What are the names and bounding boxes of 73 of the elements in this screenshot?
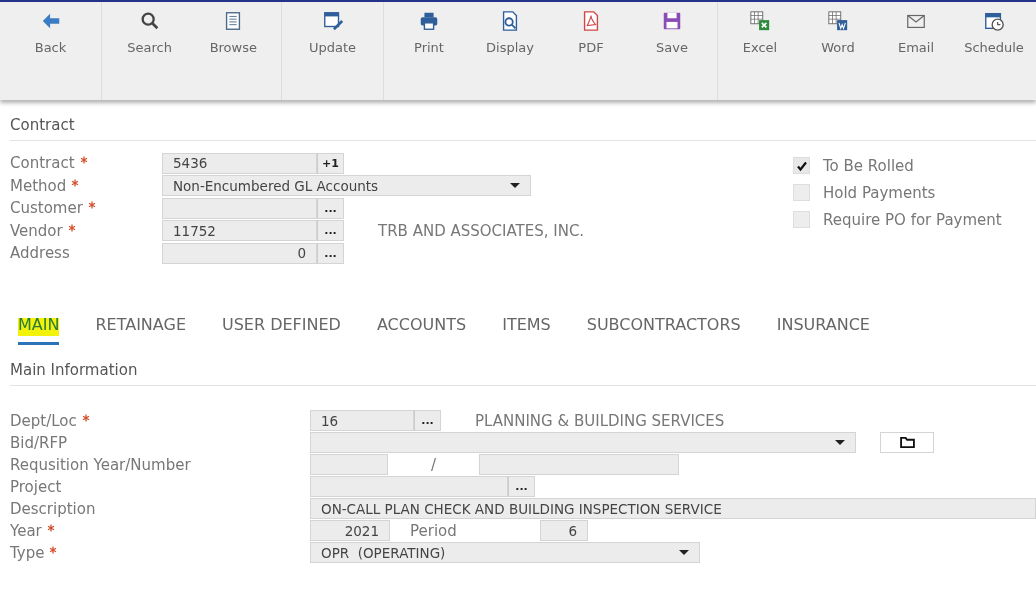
dropdown[interactable]: Non-Encumbered GL Accounts bbox=[162, 175, 531, 197]
field-label: Year bbox=[10, 521, 42, 540]
vendor-name: TRB AND ASSOCIATES, INC. bbox=[378, 221, 585, 240]
input-field[interactable]: 0 bbox=[162, 242, 317, 264]
dropdown[interactable] bbox=[310, 432, 856, 453]
caret-icon bbox=[835, 440, 845, 445]
input-field[interactable] bbox=[162, 197, 317, 219]
lookup-button[interactable]: ... bbox=[317, 242, 344, 264]
tab[interactable]: ITEMS bbox=[502, 314, 551, 345]
separator-slash: / bbox=[429, 455, 438, 474]
tab[interactable]: SUBCONTRACTORS bbox=[586, 314, 741, 345]
document-grid-icon bbox=[827, 10, 849, 32]
checkbox[interactable] bbox=[793, 157, 810, 174]
folder-button[interactable] bbox=[880, 432, 934, 453]
field-label: Bid/RFP bbox=[10, 433, 68, 452]
input-field[interactable]: ON-CALL PLAN CHECK AND BUILDING INSPECTION SERVICE bbox=[310, 498, 1036, 519]
checkbox-label: To Be Rolled bbox=[823, 156, 914, 175]
field-label: Contract bbox=[10, 154, 75, 173]
checkbox[interactable] bbox=[793, 211, 810, 228]
spreadsheet-icon bbox=[749, 10, 771, 32]
lookup-button[interactable]: +1 bbox=[317, 152, 344, 174]
field-label: Customer bbox=[10, 199, 83, 218]
checkbox-label: Hold Payments bbox=[823, 183, 936, 202]
field-label: Dept/Loc bbox=[10, 411, 77, 430]
toolbar-button[interactable]: Update bbox=[296, 10, 369, 62]
field-label: Requsition Year/Number bbox=[10, 455, 191, 474]
folder-icon bbox=[899, 437, 915, 448]
checkbox[interactable] bbox=[793, 184, 810, 201]
toolbar-button[interactable]: Excel bbox=[724, 10, 796, 62]
tab[interactable]: USER DEFINED bbox=[222, 314, 341, 345]
input-field[interactable]: 11752 bbox=[162, 220, 317, 242]
toolbar-button[interactable]: Schedule bbox=[958, 10, 1030, 62]
field-label: Method bbox=[10, 176, 67, 195]
field-label: Period bbox=[409, 521, 458, 540]
edit-grid-icon bbox=[321, 10, 344, 32]
toolbar-button[interactable]: PDF bbox=[555, 10, 627, 62]
lookup-button[interactable]: ... bbox=[317, 197, 344, 219]
department-name: PLANNING & BUILDING SERVICES bbox=[475, 411, 725, 430]
field-label: Address bbox=[10, 244, 70, 263]
field-label: Description bbox=[10, 499, 96, 518]
input-field[interactable] bbox=[310, 476, 508, 497]
toolbar-button[interactable]: Email bbox=[880, 10, 952, 62]
caret-icon bbox=[510, 183, 520, 189]
input-field[interactable]: 5436 bbox=[162, 152, 317, 174]
input-field[interactable] bbox=[310, 454, 388, 475]
toolbar-button[interactable]: Browse bbox=[197, 10, 270, 62]
section-title: Main Information bbox=[10, 360, 1036, 386]
toolbar-button[interactable]: Word bbox=[802, 10, 874, 62]
section-title: Contract bbox=[10, 116, 1036, 141]
calendar-clock-icon bbox=[983, 10, 1005, 32]
printer-icon bbox=[418, 10, 440, 32]
toolbar-button[interactable]: Save bbox=[636, 10, 708, 62]
toolbar-button[interactable]: Print bbox=[393, 10, 465, 62]
input-field[interactable]: 2021 bbox=[310, 520, 390, 541]
tab[interactable]: RETAINAGE bbox=[95, 314, 186, 345]
checkbox-label: Require PO for Payment bbox=[823, 210, 1002, 229]
field-label: Type bbox=[10, 543, 45, 562]
caret-icon bbox=[679, 550, 689, 555]
dropdown[interactable]: OPR (OPERATING) bbox=[310, 542, 700, 563]
toolbar-button[interactable]: Display bbox=[474, 10, 546, 62]
tab[interactable]: INSURANCE bbox=[776, 314, 870, 345]
field-label: Vendor bbox=[10, 221, 63, 240]
lookup-button[interactable]: ... bbox=[317, 220, 344, 242]
input-field[interactable] bbox=[479, 454, 679, 475]
toolbar-button[interactable]: Back bbox=[14, 10, 87, 62]
field-label: Project bbox=[10, 477, 62, 496]
lookup-button[interactable]: ... bbox=[508, 476, 535, 497]
tab[interactable]: ACCOUNTS bbox=[376, 314, 467, 345]
input-field[interactable]: 16 bbox=[310, 410, 414, 431]
input-field[interactable]: 6 bbox=[540, 520, 588, 541]
toolbar-button[interactable]: Search bbox=[113, 10, 186, 62]
lookup-button[interactable]: ... bbox=[414, 410, 441, 431]
save-icon bbox=[661, 10, 683, 32]
